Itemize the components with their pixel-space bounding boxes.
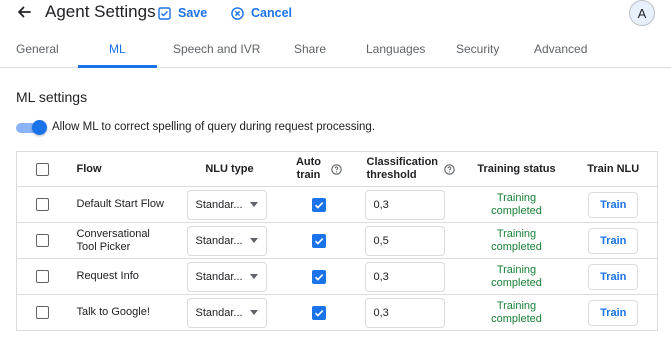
training-status-line1: Training (496, 192, 537, 204)
flow-name: Default Start Flow (68, 186, 184, 223)
tab-security[interactable]: Security (456, 42, 499, 56)
tab-advanced[interactable]: Advanced (534, 42, 587, 56)
header-train-nlu: Train NLU (569, 151, 658, 187)
dropdown-caret-icon (249, 310, 258, 315)
tab-ml[interactable]: ML (109, 42, 126, 56)
row-select-checkbox[interactable] (36, 270, 50, 283)
row-select-checkbox[interactable] (36, 306, 50, 319)
training-status-line1: Training (496, 264, 537, 276)
train-button[interactable]: Train (588, 227, 639, 254)
top-app-bar: Agent Settings Save Cancel A (0, 0, 671, 27)
section-title: ML settings (16, 89, 88, 105)
header-auto-train-line1: Auto (295, 156, 322, 168)
dropdown-caret-icon (249, 238, 258, 243)
table-row: Request Info Standar... Trainingcomplete… (16, 258, 658, 295)
nlu-type-value: Standar... (195, 198, 243, 211)
auto-train-checkbox[interactable] (312, 269, 326, 284)
cancel-button[interactable]: Cancel (231, 3, 292, 23)
auto-train-checkbox[interactable] (312, 197, 326, 212)
threshold-input[interactable] (364, 225, 445, 256)
save-icon (158, 6, 171, 20)
training-status-line2: completed (491, 204, 542, 217)
help-circle-icon[interactable] (331, 163, 342, 175)
tab-languages[interactable]: Languages (366, 42, 425, 56)
header-threshold-line2: threshold (366, 169, 417, 181)
select-all-cell (16, 151, 69, 187)
cancel-circle-icon (231, 6, 244, 20)
nlu-type-select[interactable]: Standar... (186, 225, 267, 256)
flow-name: Conversational Tool Picker (68, 222, 184, 259)
nlu-type-value: Standar... (195, 270, 243, 283)
table-row: Default Start Flow Standar... Trainingco… (16, 186, 658, 223)
table-header-row: Flow NLU type Auto train Classification th… (16, 151, 658, 187)
threshold-input[interactable] (364, 297, 445, 328)
cancel-button-label: Cancel (251, 6, 292, 20)
threshold-input[interactable] (364, 261, 445, 292)
flow-name: Request Info (68, 258, 184, 295)
active-tab-indicator (78, 65, 157, 68)
nlu-type-value: Standar... (195, 306, 243, 319)
dropdown-caret-icon (249, 202, 258, 207)
auto-train-checkbox[interactable] (312, 305, 326, 320)
training-status: Training completed (463, 186, 570, 223)
help-circle-icon[interactable] (444, 163, 455, 175)
training-status: Training completed (463, 258, 570, 295)
save-button-label: Save (178, 6, 208, 20)
nlu-type-select[interactable]: Standar... (186, 297, 267, 328)
header-nlu-type: NLU type (183, 151, 276, 187)
tab-general[interactable]: General (16, 42, 59, 56)
tab-share[interactable]: Share (294, 42, 326, 56)
dropdown-caret-icon (249, 274, 258, 279)
spelling-correction-toggle[interactable] (16, 120, 47, 135)
header-threshold-line1: Classification (366, 156, 439, 168)
save-button[interactable]: Save (158, 3, 207, 23)
toggle-thumb (32, 120, 47, 135)
header-auto-train: Auto train (275, 151, 363, 187)
flow-name: Talk to Google! (68, 294, 184, 331)
threshold-input[interactable] (364, 189, 445, 220)
tab-speech-and-ivr[interactable]: Speech and IVR (173, 42, 260, 56)
table-row: Talk to Google! Standar... Trainingcompl… (16, 294, 658, 331)
row-select-checkbox[interactable] (36, 198, 50, 211)
avatar[interactable]: A (629, 0, 655, 26)
arrow-back-icon[interactable] (14, 2, 34, 22)
auto-train-checkbox[interactable] (312, 233, 326, 248)
train-button[interactable]: Train (588, 263, 639, 290)
nlu-type-value: Standar... (195, 234, 243, 247)
select-all-checkbox[interactable] (36, 162, 50, 176)
settings-tabs: General ML Speech and IVR Share Language… (0, 37, 671, 68)
training-status: Training completed (463, 294, 570, 331)
training-status-line2: completed (491, 276, 542, 289)
header-threshold: Classification threshold (362, 151, 464, 187)
header-training-status: Training status (463, 151, 570, 187)
train-button[interactable]: Train (588, 299, 639, 326)
training-status: Training completed (463, 222, 570, 259)
training-status-line2: completed (491, 312, 542, 325)
table-row: Conversational Tool Picker Standar... Tr… (16, 222, 658, 259)
spelling-correction-label: Allow ML to correct spelling of query du… (52, 121, 376, 133)
training-status-line2: completed (491, 240, 542, 253)
training-status-line1: Training (496, 228, 537, 240)
nlu-type-select[interactable]: Standar... (186, 189, 267, 220)
nlu-type-select[interactable]: Standar... (186, 261, 267, 292)
train-button[interactable]: Train (588, 191, 639, 218)
row-select-checkbox[interactable] (36, 234, 50, 247)
training-status-line1: Training (496, 300, 537, 312)
header-flow: Flow (68, 151, 184, 187)
header-auto-train-line2: train (296, 169, 321, 181)
flows-table: Flow NLU type Auto train Classification th… (16, 151, 658, 331)
page-title: Agent Settings (45, 2, 156, 21)
